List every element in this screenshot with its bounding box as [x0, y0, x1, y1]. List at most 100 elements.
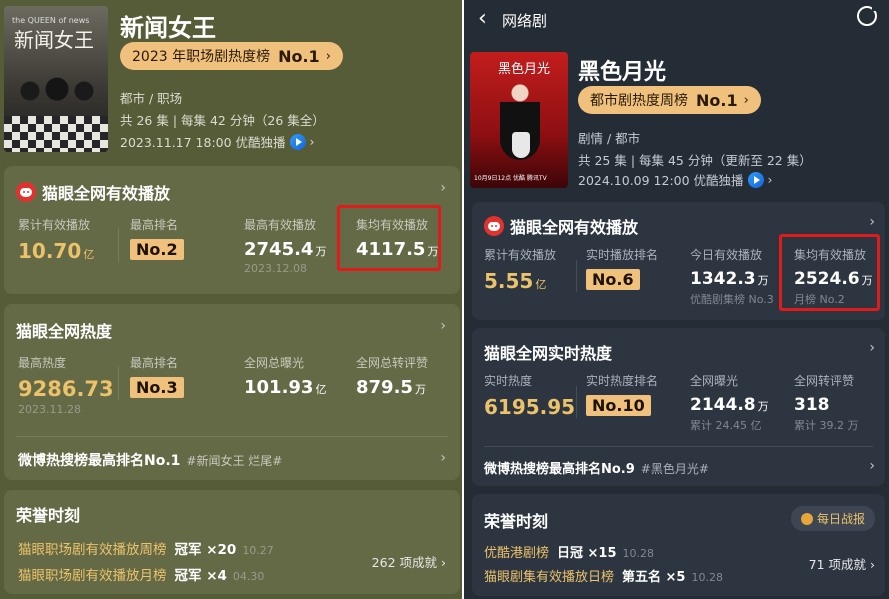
maoyan-cat-icon	[484, 216, 504, 236]
divider	[576, 260, 577, 292]
stat-unit: 万	[757, 274, 769, 287]
stat-value: 101.93	[244, 377, 314, 398]
stat-label: 实时播放排名	[586, 248, 659, 262]
show-release[interactable]: 2024.10.09 12:00 优酷独播 ›	[578, 170, 773, 189]
honor-item: 猫眼职场剧有效播放月榜 冠军 ×4 04.30	[18, 564, 264, 584]
highlight-box	[779, 234, 880, 311]
stat-sub: 2023.11.28	[18, 403, 81, 416]
honor-rank: 冠军 ×20	[174, 542, 237, 558]
stat-unit: 亿	[535, 278, 547, 291]
playback-title-text: 猫眼全网有效播放	[510, 218, 639, 237]
show-episodes: 共 25 集 | 每集 45 分钟（更新至 22 集）	[578, 153, 812, 168]
stat-label: 全网转评赞	[794, 374, 855, 388]
nav-title: 网络剧	[502, 12, 548, 30]
honors-title: 荣誉时刻	[484, 512, 549, 531]
share-icon[interactable]	[857, 5, 878, 26]
honor-rank: 冠军 ×4	[174, 568, 227, 584]
honor-date: 10.28	[622, 547, 655, 560]
stat-unit: 亿	[83, 248, 95, 261]
chevron-right-icon: ›	[743, 92, 749, 108]
stat-value: 10.70	[18, 239, 82, 263]
daily-report-button[interactable]: 每日战报	[790, 506, 875, 531]
poster-left[interactable]: the QUEEN of news 新闻女王	[4, 6, 108, 152]
honor-rank: 第五名 ×5	[622, 570, 686, 585]
honor-name: 猫眼职场剧有效播放月榜	[18, 568, 167, 584]
stat-label: 实时热度排名	[586, 374, 659, 388]
honor-item: 猫眼剧集有效播放日榜 第五名 ×5 10.28	[484, 566, 723, 585]
poster-checkerboard	[4, 116, 108, 152]
honor-date: 10.28	[691, 571, 723, 584]
stat-label: 全网曝光	[690, 374, 739, 388]
rank-pill-label: 2023 年职场剧热度榜	[132, 49, 271, 65]
youku-icon	[289, 133, 306, 150]
achievement-count-link[interactable]: 262 项成就 ›	[372, 552, 446, 571]
stat-label: 最高排名	[130, 356, 179, 370]
stat-peak-playback: 最高有效播放 2745.4 万 2023.12.08	[244, 216, 326, 275]
stat-label: 累计有效播放	[18, 218, 91, 232]
achievement-count-link[interactable]: 71 项成就 ›	[809, 554, 875, 573]
poster-figures	[12, 72, 102, 110]
daily-report-label: 每日战报	[816, 512, 865, 526]
top-nav-bar: ‹ 网络剧	[464, 0, 889, 38]
right-panel: ‹ 网络剧 黑色月光 10月9日12点 优酷 腾讯TV 黑色月光 都市剧热度周榜…	[464, 0, 889, 599]
honors-card[interactable]: 荣誉时刻 猫眼职场剧有效播放周榜 冠军 ×20 10.27 猫眼职场剧有效播放月…	[4, 490, 460, 594]
stat-engagement: 全网转评赞 318 累计 39.2 万	[794, 372, 859, 433]
poster-right[interactable]: 黑色月光 10月9日12点 优酷 腾讯TV	[470, 52, 568, 188]
achievement-count: 71 项成就	[808, 557, 867, 572]
chevron-right-icon: ›	[309, 134, 315, 149]
honors-title: 荣誉时刻	[16, 506, 81, 525]
playback-title-text: 猫眼全网有效播放	[42, 184, 171, 203]
weibo-rank-row[interactable]: 微博热搜榜最高排名No.1 #新闻女王 烂尾#	[18, 450, 282, 470]
stat-best-rank: 最高排名 No.2	[130, 216, 184, 260]
show-episodes: 共 26 集 | 每集 42 分钟（26 集全）	[120, 113, 325, 128]
weibo-rank-row[interactable]: 微博热搜榜最高排名No.9 #黑色月光#	[484, 458, 709, 477]
heat-card[interactable]: 猫眼全网热度 › 最高热度 9286.73 2023.11.28 最高排名 No…	[4, 304, 460, 480]
show-release[interactable]: 2023.11.17 18:00 优酷独播 ›	[120, 132, 315, 151]
show-genres: 都市 / 职场	[120, 91, 183, 106]
stat-value: 2144.8	[690, 395, 756, 415]
chevron-right-icon[interactable]: ›	[869, 340, 875, 356]
chevron-right-icon: ›	[325, 48, 331, 64]
stat-sub: 优酷剧集榜 No.3	[690, 293, 774, 306]
poster-title: 新闻女王	[14, 28, 94, 52]
honor-rank: 日冠 ×15	[557, 546, 617, 561]
stat-unit: 万	[315, 245, 327, 258]
chevron-right-icon[interactable]: ›	[440, 318, 446, 334]
chevron-right-icon[interactable]: ›	[869, 214, 875, 230]
release-text: 2023.11.17 18:00 优酷独播	[120, 135, 286, 150]
poster-dress	[512, 132, 530, 158]
honor-date: 04.30	[232, 570, 265, 583]
rank-pill-value: No.1	[696, 90, 738, 110]
chevron-right-icon: ›	[441, 555, 446, 570]
rank-badge: No.10	[586, 395, 651, 416]
poster-caption: 10月9日12点 优酷 腾讯TV	[474, 175, 547, 182]
chevron-right-icon[interactable]: ›	[440, 450, 446, 466]
stat-label: 累计有效播放	[484, 248, 557, 262]
rank-pill[interactable]: 都市剧热度周榜 No.1 ›	[578, 86, 761, 114]
maoyan-cat-icon	[16, 182, 36, 202]
honors-card[interactable]: 荣誉时刻 每日战报 优酷港剧榜 日冠 ×15 10.28 猫眼剧集有效播放日榜 …	[472, 494, 885, 596]
stat-sub: 累计 24.45 亿	[690, 419, 762, 432]
stat-unit: 万	[757, 400, 769, 413]
stat-exposure: 全网曝光 2144.8 万 累计 24.45 亿	[690, 372, 769, 433]
rank-pill-label: 都市剧热度周榜	[590, 93, 688, 109]
chevron-right-icon[interactable]: ›	[869, 458, 875, 474]
divider	[118, 228, 119, 262]
back-arrow-icon[interactable]: ‹	[478, 6, 487, 31]
honor-date: 10.27	[242, 544, 274, 557]
rank-pill[interactable]: 2023 年职场剧热度榜 No.1 ›	[120, 42, 343, 70]
stat-label: 最高排名	[130, 218, 179, 232]
chevron-right-icon[interactable]: ›	[440, 180, 446, 196]
left-panel: the QUEEN of news 新闻女王 新闻女王 2023 年职场剧热度榜…	[0, 0, 462, 599]
stat-total-playback: 累计有效播放 5.55 亿	[484, 246, 556, 293]
medal-icon	[800, 512, 813, 525]
youku-icon	[747, 171, 764, 188]
honor-item: 猫眼职场剧有效播放周榜 冠军 ×20 10.27	[18, 538, 274, 558]
stat-live-heat: 实时热度 6195.95	[484, 372, 575, 419]
rank-pill-value: No.1	[278, 46, 320, 66]
stat-label: 最高有效播放	[244, 218, 317, 232]
stat-heat-rank: 最高排名 No.3	[130, 354, 184, 398]
heat-card[interactable]: 猫眼全网实时热度 › 实时热度 6195.95 实时热度排名 No.10 全网曝…	[472, 328, 885, 486]
show-genres: 剧情 / 都市	[578, 131, 641, 146]
achievement-count: 262 项成就	[371, 555, 438, 570]
